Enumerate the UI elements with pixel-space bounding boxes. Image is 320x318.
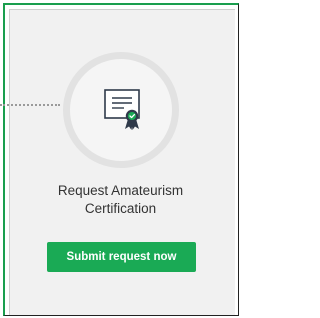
card-title-line2: Certification <box>84 201 157 216</box>
submit-request-button[interactable]: Submit request now <box>47 242 196 272</box>
icon-circle <box>63 52 179 168</box>
card-title-line1: Request Amateurism <box>57 183 184 198</box>
icon-circle-inner <box>70 59 172 161</box>
card-title: Request Amateurism Certification <box>0 182 241 218</box>
certificate-icon <box>104 89 140 130</box>
dotted-connector <box>0 104 60 106</box>
